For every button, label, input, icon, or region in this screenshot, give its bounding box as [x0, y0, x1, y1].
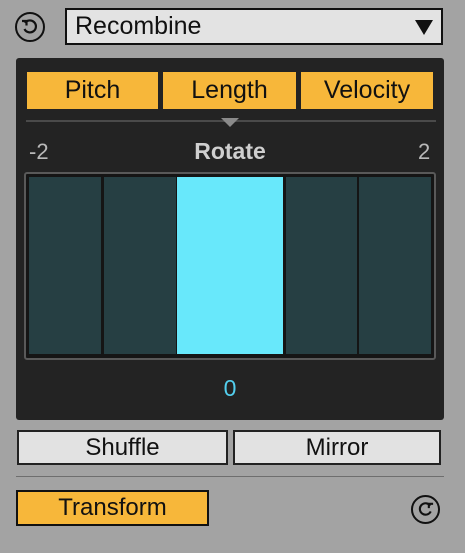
pitch-toggle-button[interactable]: Pitch: [27, 72, 158, 109]
velocity-label: Velocity: [323, 76, 411, 104]
rotate-step-cell[interactable]: [104, 177, 176, 354]
rotate-step-cell[interactable]: [177, 177, 283, 354]
transform-label: Transform: [58, 494, 167, 521]
rotate-step-cell[interactable]: [29, 177, 101, 354]
divider: [16, 476, 444, 477]
dropdown-selected-label: Recombine: [75, 12, 202, 40]
device-mode-dropdown[interactable]: Recombine: [65, 8, 443, 45]
pitch-label: Pitch: [64, 76, 121, 104]
redo-icon[interactable]: [411, 495, 440, 524]
chevron-down-icon: [415, 20, 433, 35]
triangle-marker-icon: [221, 118, 239, 127]
shuffle-label: Shuffle: [85, 433, 160, 461]
length-toggle-button[interactable]: Length: [163, 72, 296, 109]
rotate-step-cell[interactable]: [359, 177, 431, 354]
shuffle-button[interactable]: Shuffle: [17, 430, 228, 465]
rotate-value-label: 0: [223, 375, 237, 401]
mirror-button[interactable]: Mirror: [233, 430, 441, 465]
length-label: Length: [191, 76, 268, 104]
rotate-step-cell[interactable]: [286, 177, 357, 354]
rotate-max-label: 2: [418, 139, 431, 164]
transform-button[interactable]: Transform: [16, 490, 209, 526]
mirror-label: Mirror: [305, 433, 369, 461]
rotate-title: Rotate: [194, 138, 266, 164]
velocity-toggle-button[interactable]: Velocity: [301, 72, 433, 109]
undo-icon[interactable]: [15, 12, 45, 42]
